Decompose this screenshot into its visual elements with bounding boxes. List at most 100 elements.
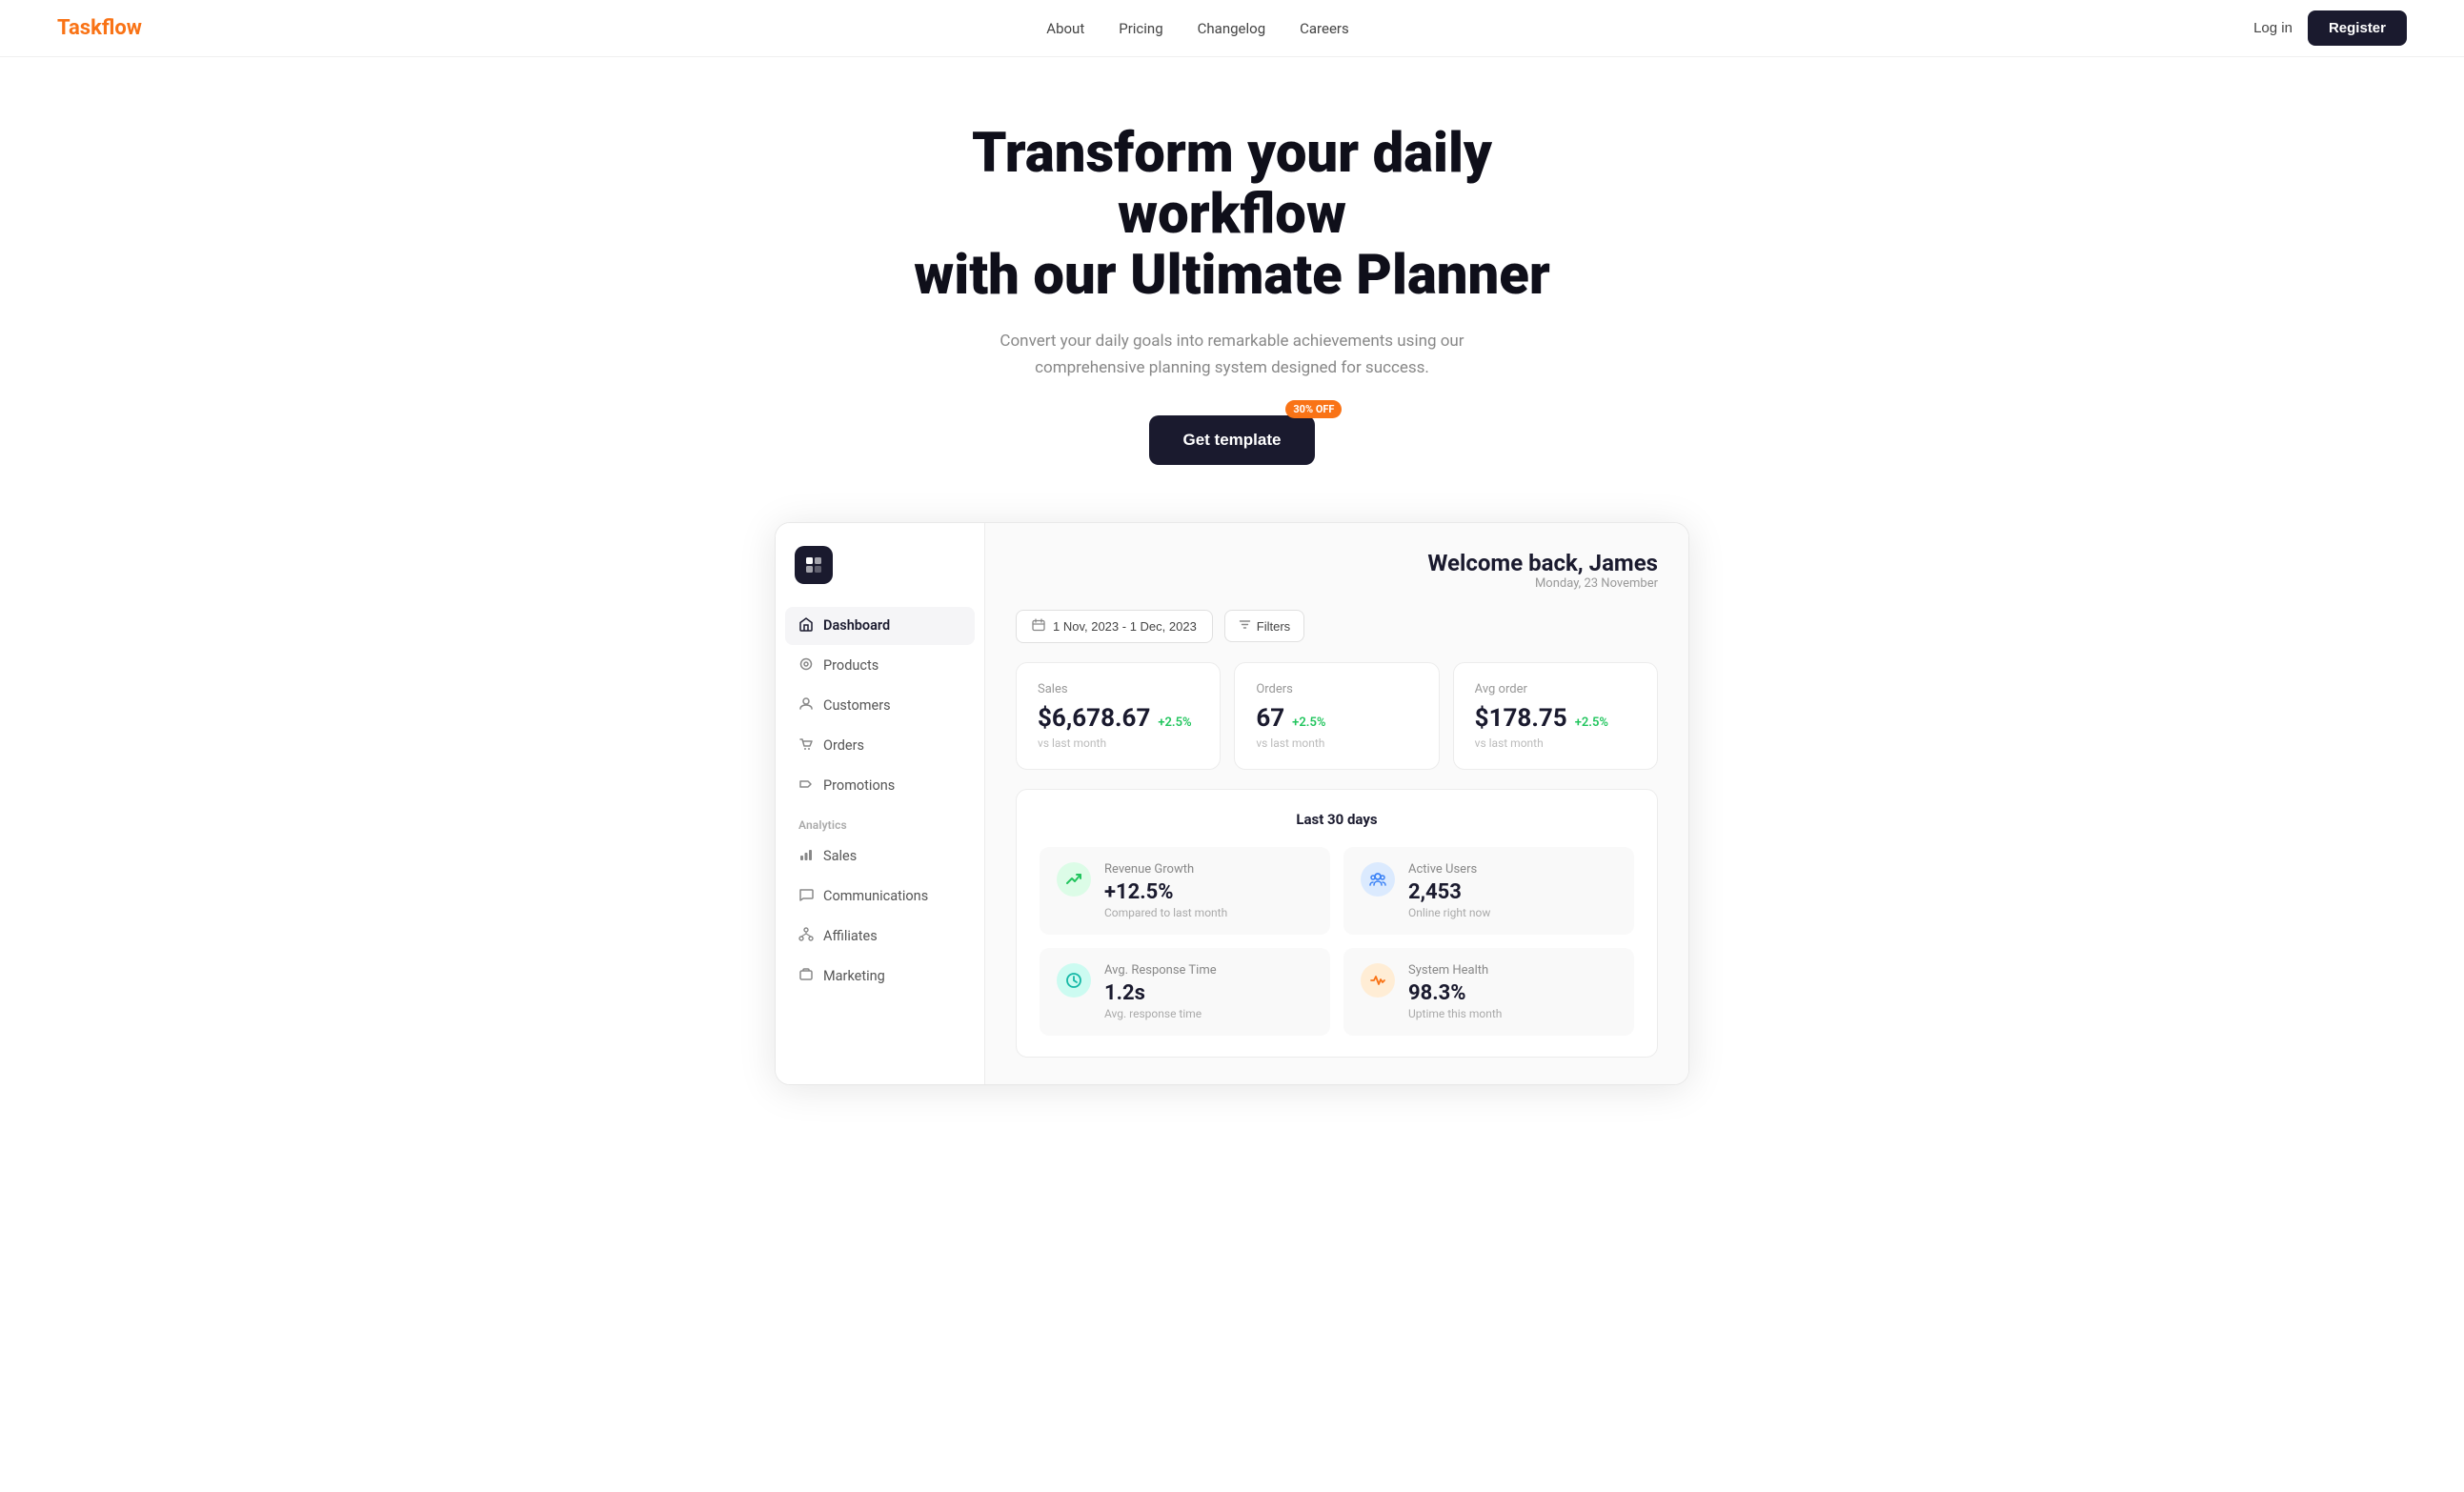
metric-system-health: System Health 98.3% Uptime this month (1343, 948, 1634, 1036)
sidebar-item-marketing[interactable]: Marketing (785, 958, 975, 996)
metric-sub: Online right now (1408, 906, 1490, 919)
nav-changelog[interactable]: Changelog (1198, 20, 1265, 37)
sidebar-item-label: Products (823, 657, 879, 674)
sidebar: Dashboard Products Customers (776, 523, 985, 1084)
register-button[interactable]: Register (2308, 10, 2407, 46)
metrics-grid: Revenue Growth +12.5% Compared to last m… (1040, 847, 1634, 1036)
sidebar-item-label: Customers (823, 697, 891, 714)
stat-vs: vs last month (1256, 736, 1417, 750)
stat-value: $6,678.67 +2.5% (1038, 704, 1199, 733)
welcome-header: Welcome back, James Monday, 23 November (1016, 550, 1658, 591)
login-button[interactable]: Log in (2253, 20, 2292, 36)
calendar-icon (1032, 618, 1045, 635)
metric-val: 2,453 (1408, 880, 1490, 904)
logo[interactable]: Taskflow (57, 16, 142, 40)
metric-val: +12.5% (1104, 880, 1227, 904)
metric-sub: Uptime this month (1408, 1007, 1502, 1020)
sidebar-item-label: Promotions (823, 777, 895, 794)
metric-name: Avg. Response Time (1104, 963, 1217, 978)
stat-change: +2.5% (1158, 716, 1191, 730)
sidebar-item-label: Communications (823, 888, 928, 904)
stat-change: +2.5% (1292, 716, 1325, 730)
hero-section: Transform your daily workflow with our U… (0, 57, 2464, 522)
nav-careers[interactable]: Careers (1300, 20, 1349, 37)
nav-about[interactable]: About (1046, 20, 1084, 37)
stat-change: +2.5% (1575, 716, 1608, 730)
filter-bar: 1 Nov, 2023 - 1 Dec, 2023 Filters (1016, 610, 1658, 643)
cta-button[interactable]: Get template (1149, 415, 1316, 465)
sidebar-item-affiliates[interactable]: Affiliates (785, 917, 975, 956)
metric-name: Active Users (1408, 862, 1490, 877)
affiliates-icon (798, 927, 814, 946)
sidebar-analytics-nav: Sales Communications Affiliates (776, 837, 984, 996)
filters-label: Filters (1257, 619, 1290, 634)
stats-row: Sales $6,678.67 +2.5% vs last month Orde… (1016, 662, 1658, 770)
hero-headline: Transform your daily workflow with our U… (860, 124, 1604, 306)
last30-card: Last 30 days Revenue Growth +12.5% Compa… (1016, 789, 1658, 1058)
stat-vs: vs last month (1475, 736, 1636, 750)
sidebar-item-orders[interactable]: Orders (785, 727, 975, 765)
sidebar-item-dashboard[interactable]: Dashboard (785, 607, 975, 645)
sidebar-logo-icon (795, 546, 833, 584)
metric-text: Avg. Response Time 1.2s Avg. response ti… (1104, 963, 1217, 1020)
sidebar-item-products[interactable]: Products (785, 647, 975, 685)
filters-button[interactable]: Filters (1224, 610, 1304, 642)
metric-revenue-growth: Revenue Growth +12.5% Compared to last m… (1040, 847, 1330, 935)
metric-sub: Compared to last month (1104, 906, 1227, 919)
metric-text: System Health 98.3% Uptime this month (1408, 963, 1502, 1020)
stat-value: 67 +2.5% (1256, 704, 1417, 733)
stat-value: $178.75 +2.5% (1475, 704, 1636, 733)
last30-title: Last 30 days (1040, 811, 1634, 828)
stat-card-orders: Orders 67 +2.5% vs last month (1234, 662, 1439, 770)
date-range-button[interactable]: 1 Nov, 2023 - 1 Dec, 2023 (1016, 610, 1213, 643)
sidebar-nav: Dashboard Products Customers (776, 607, 984, 805)
metric-sub: Avg. response time (1104, 1007, 1217, 1020)
products-icon (798, 656, 814, 675)
metric-val: 1.2s (1104, 981, 1217, 1005)
hero-subtext: Convert your daily goals into remarkable… (984, 329, 1480, 380)
sidebar-item-sales[interactable]: Sales (785, 837, 975, 876)
demo-area: Dashboard Products Customers (0, 522, 2464, 1142)
logo-accent: flow (102, 16, 142, 40)
customers-icon (798, 696, 814, 716)
sidebar-item-promotions[interactable]: Promotions (785, 767, 975, 805)
nav-links: About Pricing Changelog Careers (1046, 20, 1348, 37)
navbar: Taskflow About Pricing Changelog Careers… (0, 0, 2464, 57)
sidebar-item-label: Orders (823, 737, 864, 754)
communications-icon (798, 887, 814, 906)
cta-wrap: 30% OFF Get template (1149, 415, 1316, 465)
sales-icon (798, 847, 814, 866)
welcome-title: Welcome back, James (1016, 550, 1658, 576)
sidebar-item-communications[interactable]: Communications (785, 877, 975, 916)
revenue-growth-icon (1057, 862, 1091, 897)
nav-pricing[interactable]: Pricing (1119, 20, 1162, 37)
main-content: Welcome back, James Monday, 23 November … (985, 523, 1688, 1084)
metric-text: Active Users 2,453 Online right now (1408, 862, 1490, 919)
demo-container: Dashboard Products Customers (775, 522, 1689, 1085)
active-users-icon (1361, 862, 1395, 897)
sidebar-item-label: Sales (823, 848, 857, 864)
metric-name: System Health (1408, 963, 1502, 978)
filter-icon (1239, 618, 1251, 634)
logo-text: Task (57, 16, 102, 40)
metric-response-time: Avg. Response Time 1.2s Avg. response ti… (1040, 948, 1330, 1036)
stat-label: Sales (1038, 682, 1199, 696)
metric-text: Revenue Growth +12.5% Compared to last m… (1104, 862, 1227, 919)
analytics-section-label: Analytics (776, 805, 984, 837)
promotions-icon (798, 776, 814, 796)
metric-active-users: Active Users 2,453 Online right now (1343, 847, 1634, 935)
sidebar-item-customers[interactable]: Customers (785, 687, 975, 725)
metric-val: 98.3% (1408, 981, 1502, 1005)
stat-label: Orders (1256, 682, 1417, 696)
sidebar-item-label: Dashboard (823, 617, 890, 634)
discount-badge: 30% OFF (1285, 400, 1342, 418)
response-time-icon (1057, 963, 1091, 998)
auth-buttons: Log in Register (2253, 10, 2407, 46)
stat-card-avg-order: Avg order $178.75 +2.5% vs last month (1453, 662, 1658, 770)
home-icon (798, 616, 814, 635)
orders-icon (798, 736, 814, 756)
marketing-icon (798, 967, 814, 986)
system-health-icon (1361, 963, 1395, 998)
metric-name: Revenue Growth (1104, 862, 1227, 877)
welcome-date: Monday, 23 November (1016, 576, 1658, 591)
